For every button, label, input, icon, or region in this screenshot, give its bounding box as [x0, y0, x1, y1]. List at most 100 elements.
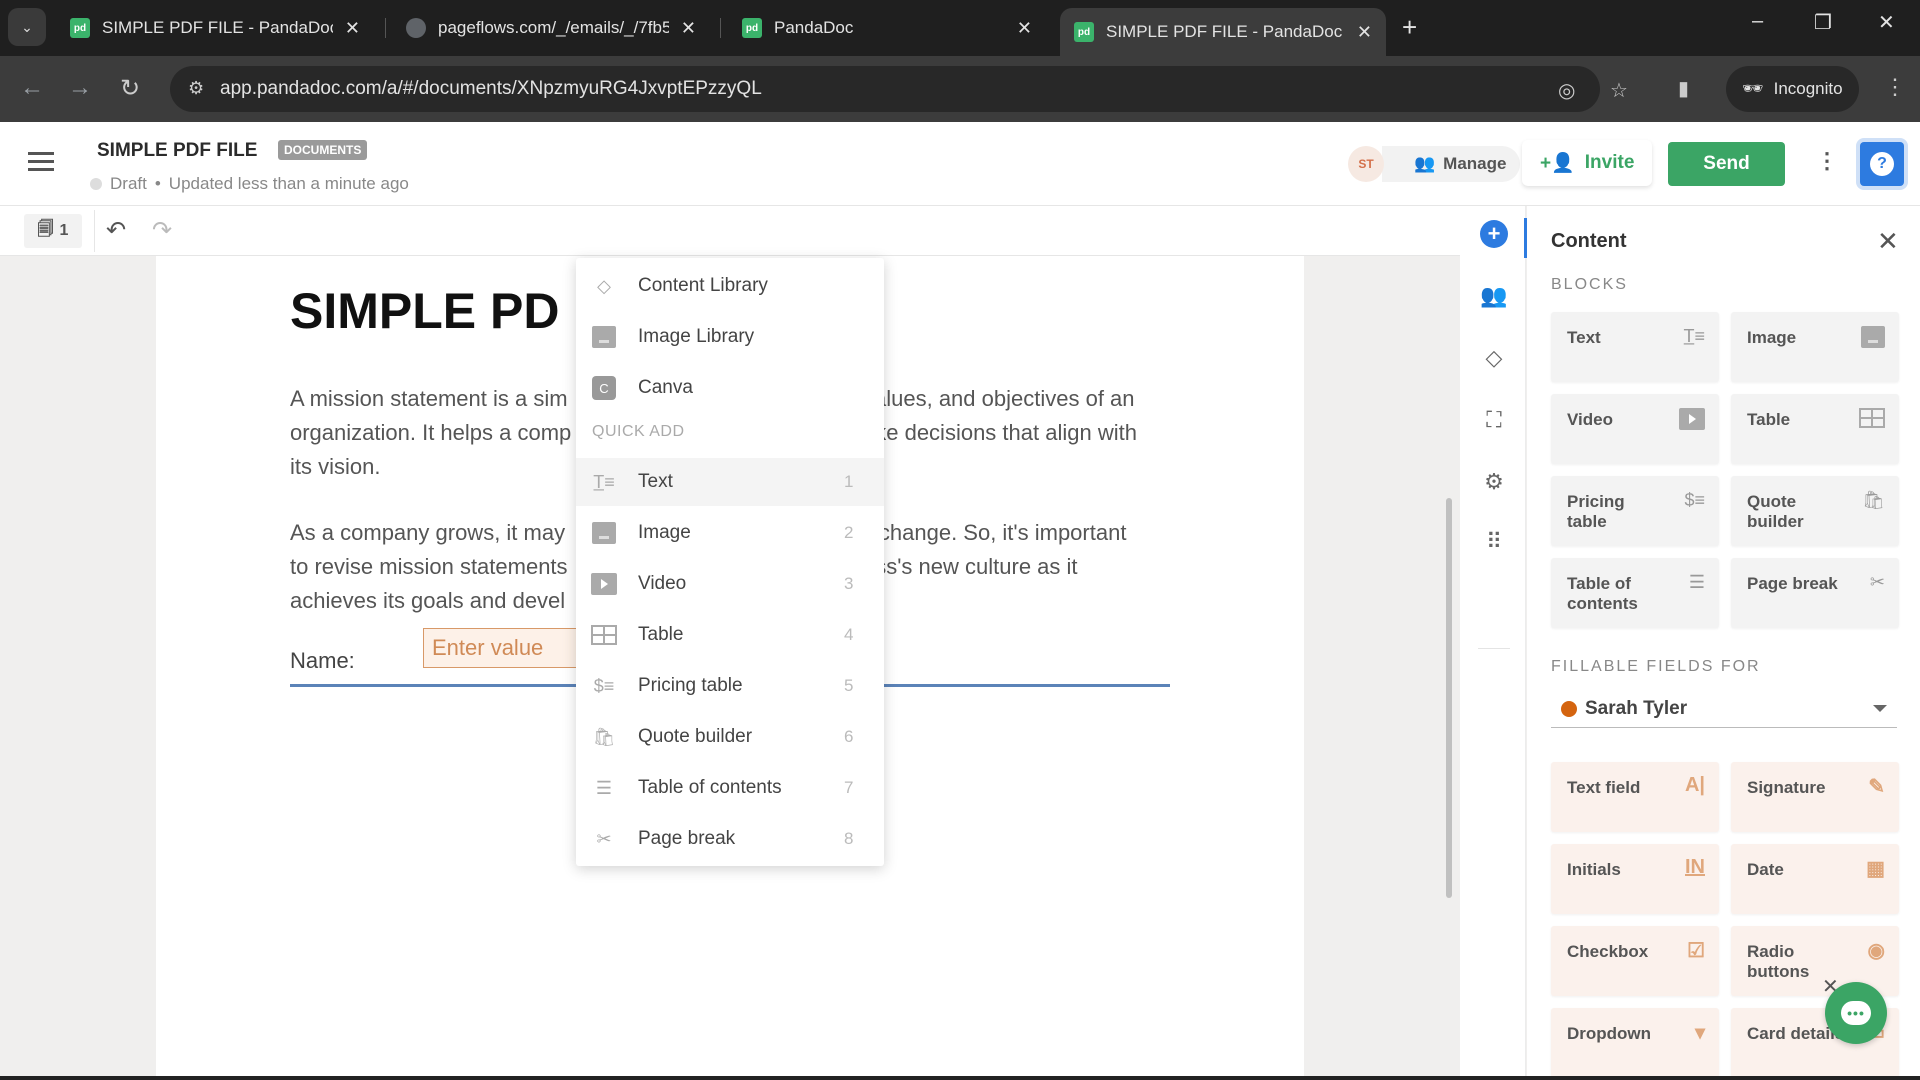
globe-icon [406, 18, 426, 38]
browser-tab[interactable]: pd PandaDoc ✕ [728, 8, 1046, 48]
bag-icon: 🛍 [592, 726, 616, 747]
caret-down-icon [1873, 705, 1887, 712]
scissors-icon: ✂ [596, 828, 612, 849]
text-icon: T̲≡ [593, 471, 615, 492]
reload-icon[interactable]: ↻ [120, 74, 140, 103]
close-window-icon[interactable]: ✕ [1878, 10, 1895, 35]
field-text-field[interactable]: Text field A| [1551, 762, 1719, 832]
help-button[interactable]: ? [1860, 142, 1904, 186]
browser-tab[interactable]: pd SIMPLE PDF FILE - PandaDoc ✕ [56, 8, 374, 48]
initials-icon: IN [1685, 856, 1705, 878]
back-icon[interactable]: ← [20, 74, 44, 102]
field-dropdown[interactable]: Dropdown ▾ [1551, 1008, 1719, 1078]
image-icon [1861, 326, 1885, 353]
browser-tab[interactable]: pageflows.com/_/emails/_/7fb5 ✕ [392, 8, 710, 48]
side-panel-icon[interactable]: ▮ [1678, 76, 1689, 101]
invite-button[interactable]: +👤 Invite [1522, 140, 1653, 186]
close-tab-icon[interactable]: ✕ [681, 18, 696, 39]
minimize-icon[interactable]: – [1752, 10, 1763, 33]
bookmark-star-icon[interactable]: ☆ [1610, 78, 1628, 103]
incognito-icon: 🕶 [1742, 79, 1764, 98]
url-text[interactable]: app.pandadoc.com/a/#/documents/XNpzmyuRG… [220, 78, 762, 100]
new-tab-button[interactable]: + [1402, 12, 1417, 43]
recipient-select[interactable]: Sarah Tyler [1551, 690, 1897, 728]
checkbox-icon: ☑ [1687, 940, 1705, 962]
text-field-icon: A| [1684, 774, 1705, 796]
calendar-icon: ▦ [1866, 858, 1885, 880]
incognito-indicator[interactable]: 🕶 Incognito [1726, 66, 1859, 112]
restore-icon[interactable]: ❐ [1814, 10, 1832, 35]
menu-item-pricing-table[interactable]: $≡ Pricing table 5 [576, 662, 884, 710]
manage-button[interactable]: 👥 Manage [1382, 146, 1521, 182]
rail-divider [1478, 648, 1510, 649]
menu-item-canva[interactable]: C Canva [576, 364, 884, 412]
close-tab-icon[interactable]: ✕ [1357, 22, 1372, 43]
close-tab-icon[interactable]: ✕ [345, 18, 360, 39]
forward-icon[interactable]: → [68, 74, 92, 102]
menu-item-image-library[interactable]: Image Library [576, 313, 884, 361]
site-settings-icon[interactable]: ⚙ [188, 78, 204, 99]
menu-item-page-break[interactable]: ✂ Page break 8 [576, 815, 884, 863]
pages-button[interactable]: 🗐 1 [24, 214, 82, 248]
field-radio-buttons[interactable]: Radio buttons ◉ [1731, 926, 1899, 996]
pandadoc-app: SIMPLE PDF FILE DOCUMENTS Draft • Update… [0, 122, 1920, 1080]
field-signature[interactable]: Signature ✎ [1731, 762, 1899, 832]
quick-add-heading: QUICK ADD [592, 423, 685, 440]
shapes-icon: ◇ [597, 275, 611, 296]
block-text[interactable]: Text T̲≡ [1551, 312, 1719, 382]
right-rail: + 👥 ◇ ⛶ ⚙ ⠿ [1460, 206, 1527, 1080]
image-icon [590, 519, 618, 547]
canva-icon: C [590, 374, 618, 402]
video-icon [590, 570, 618, 598]
menu-item-text[interactable]: T̲≡ Text 1 [576, 458, 884, 506]
block-image[interactable]: Image [1731, 312, 1899, 382]
block-quote-builder[interactable]: Quote builder 🛍 [1731, 476, 1899, 546]
workflow-icon[interactable]: ⚙ [1480, 468, 1508, 496]
block-video[interactable]: Video [1551, 394, 1719, 464]
paragraph-1-right[interactable]: values, and objectives of an ake decisio… [863, 382, 1183, 450]
menu-item-table[interactable]: Table 4 [576, 611, 884, 659]
bottom-bar [0, 1076, 1920, 1080]
paragraph-2-right[interactable]: ll change. So, it's important ess's new … [863, 516, 1183, 584]
content-library-icon[interactable]: ◇ [1480, 344, 1508, 372]
tab-search-button[interactable]: ⌄ [8, 8, 46, 46]
menu-item-content-library[interactable]: ◇ Content Library [576, 262, 884, 310]
menu-item-table-of-contents[interactable]: ☰ Table of contents 7 [576, 764, 884, 812]
menu-item-video[interactable]: Video 3 [576, 560, 884, 608]
field-checkbox[interactable]: Checkbox ☑ [1551, 926, 1719, 996]
redo-icon[interactable]: ↷ [152, 216, 172, 245]
field-date[interactable]: Date ▦ [1731, 844, 1899, 914]
document-scrollbar[interactable] [1446, 498, 1452, 898]
tab-divider [385, 18, 386, 38]
send-button[interactable]: Send [1668, 142, 1785, 186]
block-table-of-contents[interactable]: Table of contents ☰ [1551, 558, 1719, 628]
bag-icon: 🛍 [1862, 490, 1885, 510]
field-initials[interactable]: Initials IN [1551, 844, 1719, 914]
pricing-table-icon: $≡ [1684, 490, 1705, 510]
apps-grid-icon[interactable]: ⠿ [1480, 528, 1508, 556]
menu-item-image[interactable]: Image 2 [576, 509, 884, 557]
variables-icon[interactable]: ⛶ [1480, 406, 1508, 434]
document-heading[interactable]: SIMPLE PD [290, 282, 559, 340]
close-icon[interactable]: ✕ [1877, 226, 1899, 257]
menu-item-quote-builder[interactable]: 🛍 Quote builder 6 [576, 713, 884, 761]
eye-off-icon[interactable]: ◎ [1558, 78, 1575, 103]
block-page-break[interactable]: Page break ✂ [1731, 558, 1899, 628]
address-bar[interactable]: ⚙ app.pandadoc.com/a/#/documents/XNpzmyu… [170, 66, 1628, 112]
recipients-icon[interactable]: 👥 [1480, 282, 1508, 310]
block-pricing-table[interactable]: Pricing table $≡ [1551, 476, 1719, 546]
toolbar-divider [94, 210, 95, 252]
toc-icon: ☰ [595, 777, 613, 798]
table-icon [590, 621, 618, 649]
hamburger-menu-icon[interactable] [28, 152, 54, 176]
browser-menu-icon[interactable]: ⋮ [1884, 74, 1906, 100]
block-table[interactable]: Table [1731, 394, 1899, 464]
avatar[interactable]: ST [1348, 146, 1384, 182]
browser-tab-active[interactable]: pd SIMPLE PDF FILE - PandaDoc ✕ [1060, 8, 1386, 56]
undo-icon[interactable]: ↶ [106, 216, 126, 245]
close-tab-icon[interactable]: ✕ [1017, 18, 1032, 39]
more-options-icon[interactable]: ⋮ [1816, 148, 1838, 174]
chat-button[interactable]: ••• [1825, 982, 1887, 1044]
add-content-icon[interactable]: + [1480, 220, 1508, 248]
document-title[interactable]: SIMPLE PDF FILE [97, 140, 257, 162]
